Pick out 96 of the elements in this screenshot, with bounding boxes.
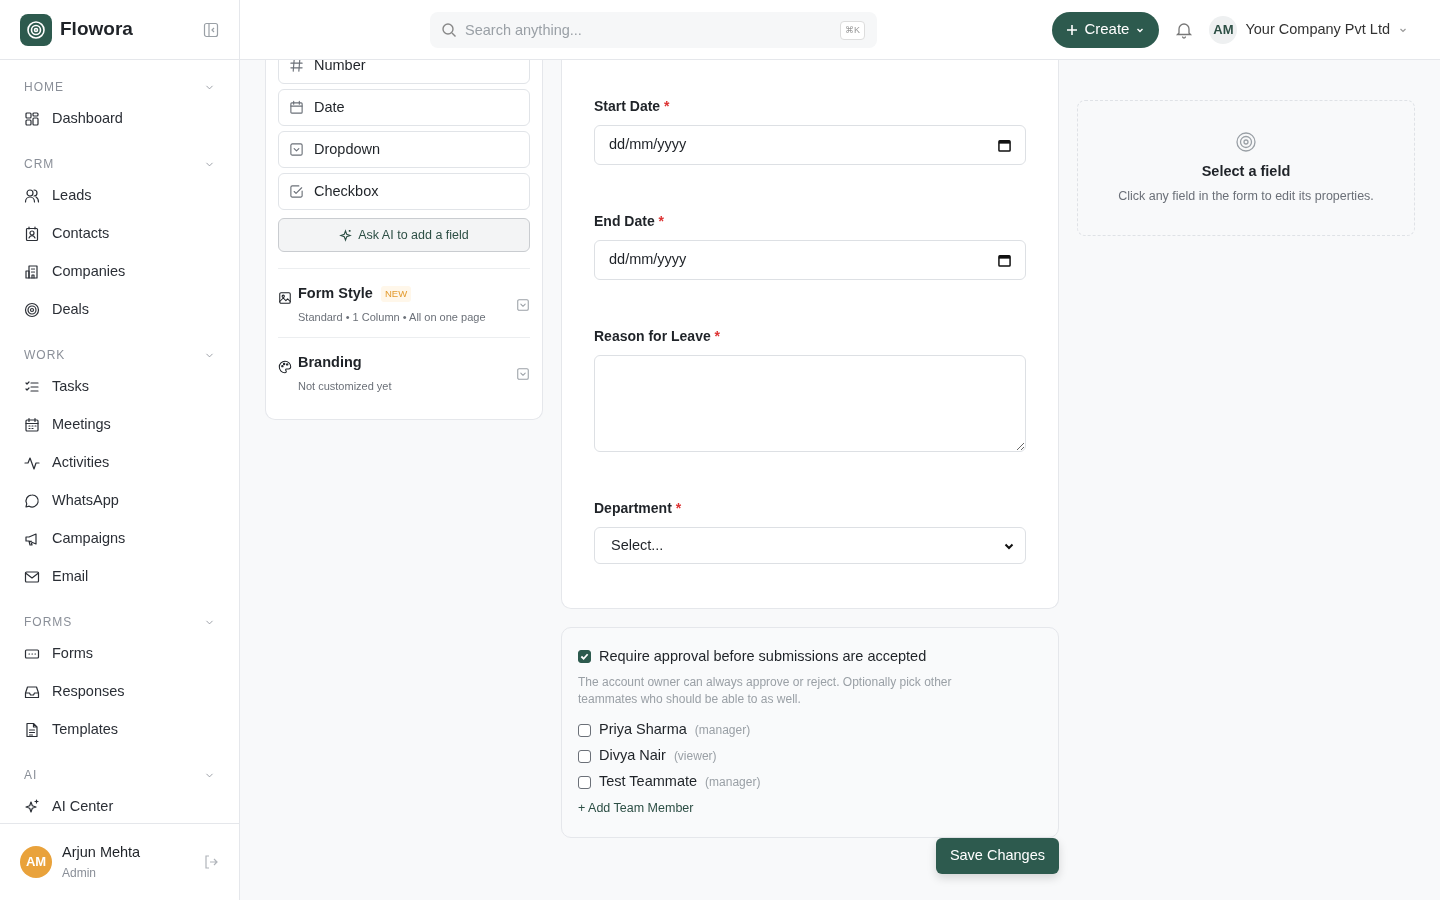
checkbox[interactable] [578,749,591,763]
section-label: AI [24,767,38,784]
required-mark: * [675,500,682,516]
create-button[interactable]: Create [1052,11,1160,48]
sparkle-icon [24,799,40,815]
required-mark: * [658,213,665,229]
calendar-icon[interactable] [998,253,1011,267]
field-label: Department [594,500,672,516]
form-icon [24,646,40,662]
section-label: WORK [24,347,66,364]
contact-card-icon [24,226,40,242]
teammate-name: Test Teammate [599,772,698,792]
sidebar-item[interactable]: Companies [0,253,239,291]
checkbox-icon [289,184,304,199]
chat-bubble-icon [24,493,40,509]
users-icon [24,188,40,204]
properties-title: Select a field [1201,161,1291,181]
user-avatar: AM [20,846,52,878]
teammate-role: (manager) [705,774,761,792]
sparkle-icon [339,228,353,242]
field-label: End Date [594,213,655,229]
activity-icon [24,455,40,471]
required-mark: * [664,98,670,114]
plus-icon [1066,23,1079,36]
teammate-name: Priya Sharma [599,720,687,740]
user-name: Arjun Mehta [62,843,142,863]
palette-icon [278,360,292,374]
setting-summary: Not customized yet [298,379,393,394]
app-name: Flowora [60,17,133,42]
sidebar-item[interactable]: Email [0,558,239,596]
checkbox[interactable] [578,723,591,737]
sidebar-item[interactable]: Campaigns [0,520,239,558]
logout-icon[interactable] [203,854,219,870]
field-label: Start Date [594,98,661,114]
section-label: FORMS [24,614,73,631]
envelope-icon [24,569,40,585]
megaphone-icon [24,531,40,547]
target-icon [24,302,40,318]
logo-icon [20,13,52,46]
required-mark: * [714,328,721,344]
select-field[interactable]: Select... [594,527,1026,564]
setting-title[interactable]: Branding [298,352,362,374]
teammate-role: (manager) [694,722,751,740]
calendar-icon[interactable] [998,138,1011,152]
target-icon [1235,130,1257,153]
expand-icon[interactable] [516,297,530,312]
approval-label: Require approval before submissions are accepted [599,647,927,666]
expand-icon[interactable] [516,367,530,382]
calendar-icon [24,417,40,433]
hash-icon [289,60,304,73]
search-icon [441,21,457,38]
checkbox[interactable] [578,775,591,789]
setting-summary: Standard • 1 Column • All on one page [298,309,487,325]
add-team-member-link[interactable]: + Add Team Member [578,799,694,819]
field-label: Reason for Leave [594,328,711,344]
document-icon [24,722,40,738]
field-type-item[interactable]: Checkbox [278,173,530,210]
teammate-role: (viewer) [673,748,717,766]
sidebar-item[interactable]: AI Center [0,788,239,823]
teammate-name: Divya Nair [599,746,666,766]
notification-bell-icon[interactable] [1175,20,1194,39]
calendar-icon [289,100,304,115]
text-area[interactable] [594,355,1026,452]
building-icon [24,264,40,280]
section-label: HOME [24,79,64,96]
sidebar-item[interactable]: Leads [0,177,239,215]
field-type-item[interactable]: Date [278,89,530,126]
date-field[interactable]: dd/mm/yyyy [594,240,1026,280]
new-tag: NEW [380,285,412,302]
sidebar-item[interactable]: Templates [0,711,239,749]
field-type-item[interactable]: Dropdown [278,131,530,168]
sidebar-item[interactable]: Activities [0,444,239,482]
sidebar-item[interactable]: Dashboard [0,100,239,138]
sidebar-item[interactable]: WhatsApp [0,482,239,520]
date-field[interactable]: dd/mm/yyyy [594,125,1026,165]
properties-hint: Click any field in the form to edit its properties. [1118,187,1374,205]
sidebar-item[interactable]: Deals [0,291,239,329]
ask-ai-button[interactable]: Ask AI to add a field [278,218,530,252]
company-switcher[interactable]: AM Your Company Pvt Ltd [1209,15,1408,44]
approval-hint: The account owner can always approve or reject. Optionally pick other teammates who should be able to as well. [578,673,953,708]
setting-title[interactable]: Form Style [298,283,373,305]
dropdown-icon [289,142,304,157]
sidebar-item[interactable]: Responses [0,673,239,711]
checklist-icon [24,379,40,395]
sidebar-item[interactable]: Tasks [0,368,239,406]
user-role: Admin [62,864,97,882]
sidebar-item[interactable]: Meetings [0,406,239,444]
grid-icon [24,111,40,127]
sidebar-toggle-icon[interactable] [203,21,219,38]
image-icon [278,290,292,305]
sidebar-item[interactable]: Contacts [0,215,239,253]
save-changes-button[interactable]: Save Changes [935,838,1059,875]
checkbox[interactable] [578,650,591,664]
sidebar-item[interactable]: Forms [0,635,239,673]
section-label: CRM [24,156,55,173]
inbox-icon [24,684,40,700]
